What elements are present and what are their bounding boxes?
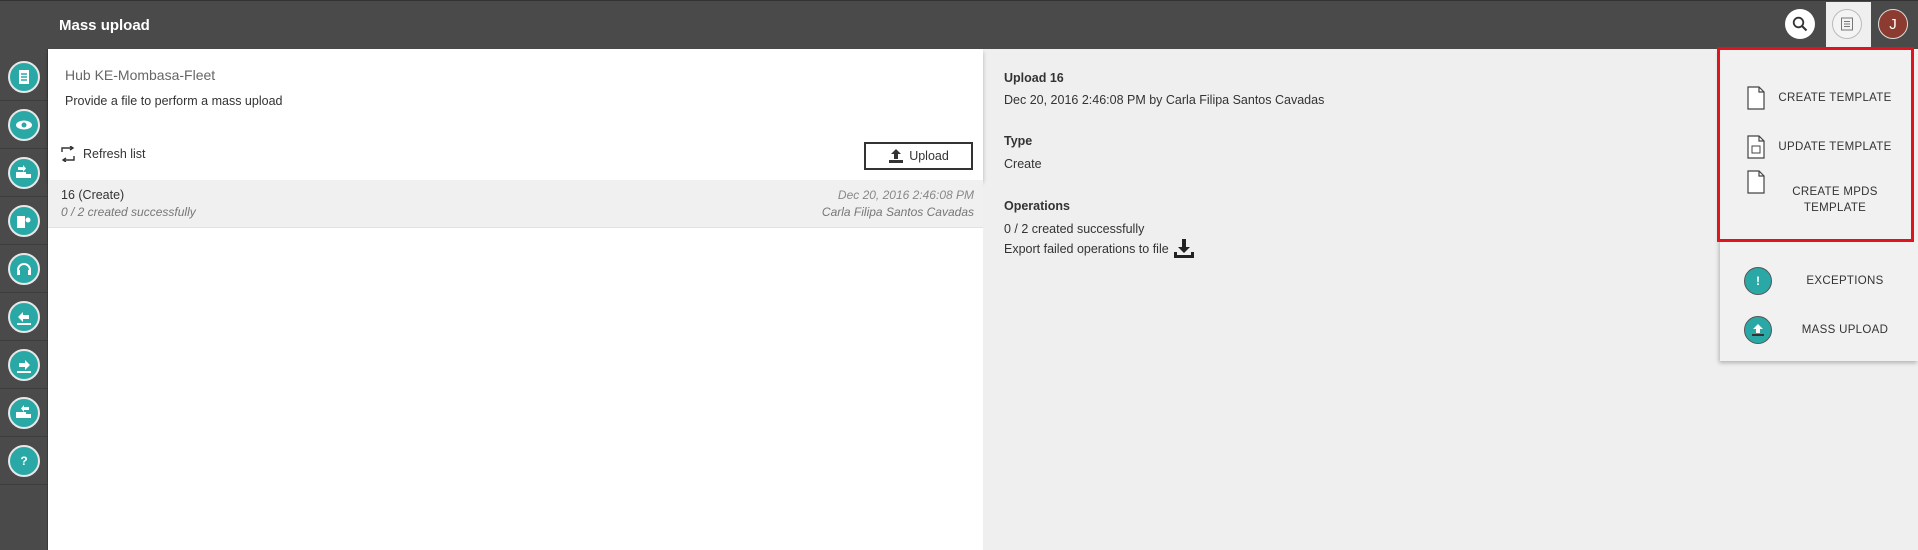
hub-header: Hub KE-Mombasa-Fleet Provide a file to p… (48, 49, 983, 180)
refresh-icon (61, 146, 75, 162)
search-button[interactable] (1785, 9, 1815, 39)
upload-status: 0 / 2 created successfully (61, 205, 196, 219)
upload-button[interactable]: Upload (864, 142, 973, 170)
file-icon (1747, 86, 1765, 110)
sidebar-item-list[interactable] (0, 53, 47, 101)
type-value: Create (1004, 157, 1042, 171)
export-failed-button[interactable]: Export failed operations to file (1004, 237, 1196, 261)
exclamation-icon: ! (1744, 267, 1772, 295)
headset-icon (16, 262, 31, 275)
upload-user: Carla Filipa Santos Cavadas (821, 205, 974, 219)
truck-in-icon (15, 164, 31, 178)
arrow-left-icon (16, 311, 31, 325)
search-icon (1792, 16, 1808, 32)
sidebar-item-outbound[interactable] (0, 341, 47, 389)
svg-text:?: ? (20, 454, 27, 468)
menu-item-label: UPDATE TEMPLATE (1778, 141, 1892, 153)
refresh-list-button[interactable]: Refresh list (60, 146, 146, 162)
upload-date: Dec 20, 2016 2:46:08 PM (837, 188, 974, 202)
sidebar-item-outbound-truck[interactable] (0, 389, 47, 437)
sidebar: ? (0, 49, 48, 550)
help-icon: ? (20, 454, 27, 468)
eye-icon (15, 120, 32, 129)
menu-item-label: CREATE MPDS TEMPLATE (1792, 186, 1878, 214)
upload-title: 16 (Create) (61, 188, 125, 202)
file-refresh-icon (1747, 135, 1765, 159)
operations-label: Operations (1004, 199, 1070, 213)
hub-title: Hub KE-Mombasa-Fleet (65, 67, 216, 83)
menu-item-mass-upload[interactable]: MASS UPLOAD (1720, 306, 1918, 354)
menu-item-exceptions[interactable]: ! EXCEPTIONS (1720, 257, 1918, 305)
menu-item-label: MASS UPLOAD (1801, 324, 1889, 336)
file-icon (1747, 170, 1765, 194)
type-label: Type (1004, 134, 1033, 148)
menu-item-label: EXCEPTIONS (1806, 275, 1884, 287)
top-bar: Mass upload (0, 0, 1918, 49)
templates-dropdown: CREATE TEMPLATE UPDATE TEMPLATE CREATE M… (1720, 49, 1918, 361)
upload-list-panel: Hub KE-Mombasa-Fleet Provide a file to p… (48, 49, 983, 550)
templates-menu-button[interactable] (1832, 9, 1862, 39)
hub-description: Provide a file to perform a mass upload (65, 94, 283, 108)
list-item[interactable]: 16 (Create) 0 / 2 created successfully D… (48, 180, 983, 228)
sidebar-item-inbound[interactable] (0, 293, 47, 341)
menu-item-label: CREATE TEMPLATE (1778, 92, 1892, 104)
detail-title: Upload 16 (1004, 71, 1064, 85)
map-pin-icon (16, 215, 30, 228)
user-avatar[interactable]: J (1878, 9, 1908, 39)
operations-value: 0 / 2 created successfully (1004, 222, 1145, 236)
arrow-right-icon (16, 359, 31, 373)
upload-label: Upload (909, 149, 949, 163)
refresh-list-label: Refresh list (83, 147, 146, 161)
upload-circle-icon (1744, 316, 1772, 344)
sidebar-item-location[interactable] (0, 197, 47, 245)
menu-item-create-template[interactable]: CREATE TEMPLATE (1720, 74, 1918, 122)
menu-item-update-template[interactable]: UPDATE TEMPLATE (1720, 123, 1918, 171)
truck-out-icon (15, 404, 31, 418)
sidebar-item-help[interactable]: ? (0, 437, 47, 485)
page-title: Mass upload (59, 17, 150, 34)
menu-item-create-mpds-template[interactable]: CREATE MPDS TEMPLATE (1720, 170, 1918, 224)
sidebar-item-inbound-truck[interactable] (0, 149, 47, 197)
sidebar-item-support[interactable] (0, 245, 47, 293)
export-label: Export failed operations to file (1004, 242, 1169, 256)
sidebar-item-view[interactable] (0, 101, 47, 149)
list-icon (18, 69, 29, 84)
download-icon (1173, 239, 1194, 258)
detail-meta: Dec 20, 2016 2:46:08 PM by Carla Filipa … (1004, 93, 1325, 107)
document-list-icon (1841, 17, 1853, 31)
upload-icon (889, 149, 904, 163)
